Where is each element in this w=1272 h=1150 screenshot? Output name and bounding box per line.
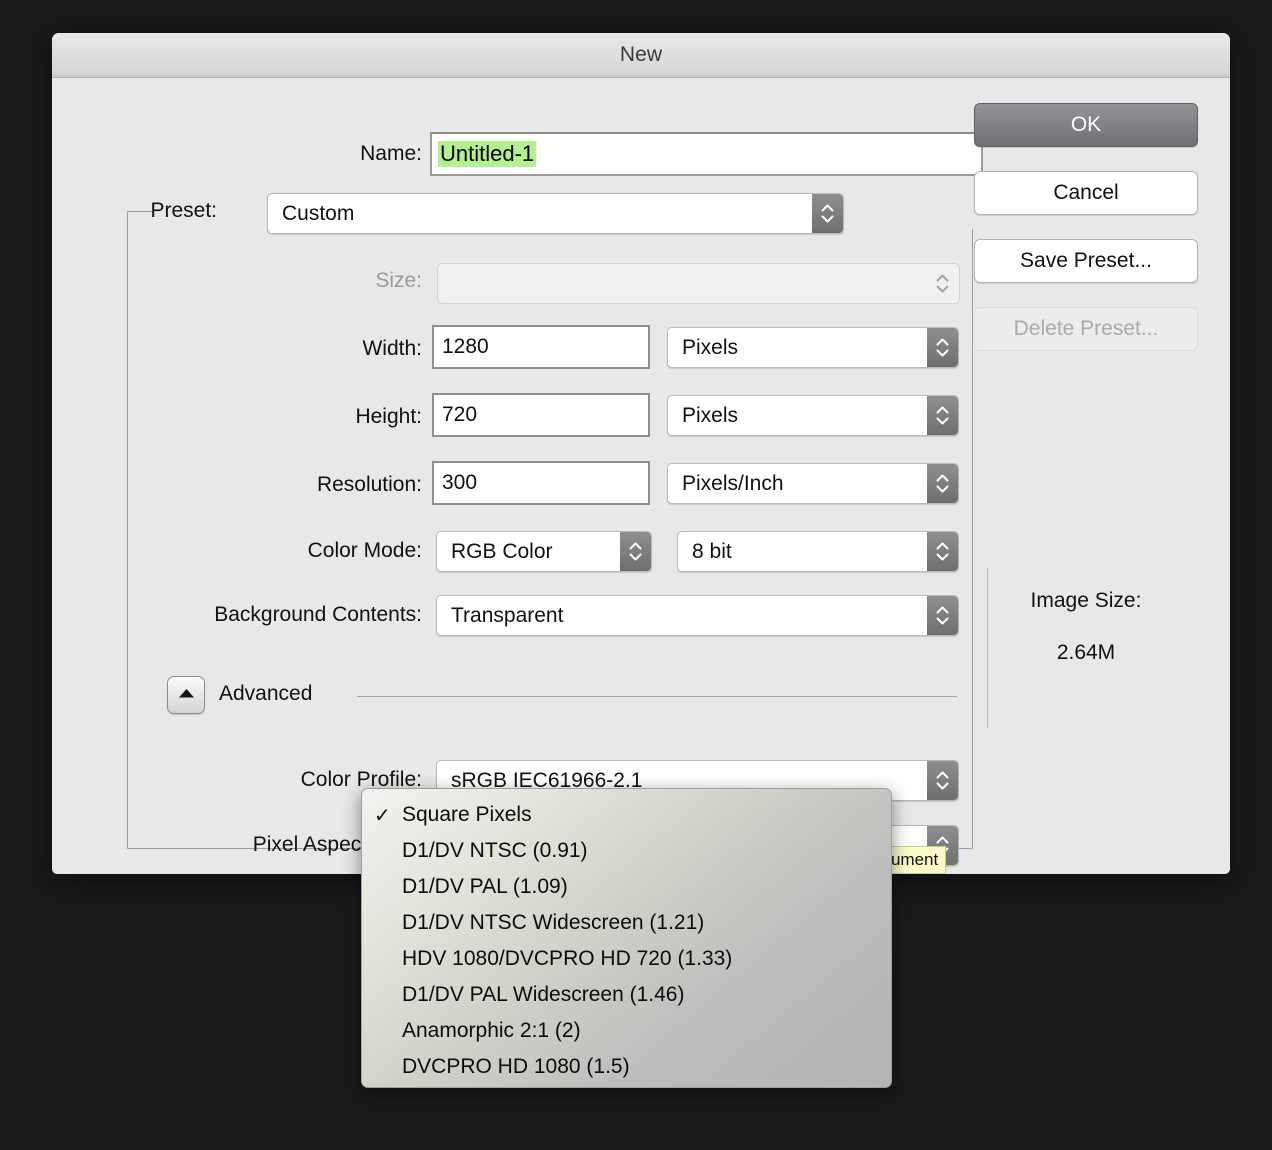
chevron-up-icon [936, 274, 949, 282]
resolution-unit-value: Pixels/Inch [682, 471, 784, 495]
chevron-up-icon [821, 204, 834, 212]
width-unit-stepper-icon[interactable] [927, 328, 958, 367]
preset-stepper-icon[interactable] [812, 194, 843, 233]
color-mode-label: Color Mode: [307, 539, 422, 562]
ok-button[interactable]: OK [974, 103, 1198, 147]
preset-dropdown-value: Custom [282, 201, 355, 225]
chevron-up-icon [936, 542, 949, 550]
dialog-title: New [619, 43, 663, 66]
menu-item[interactable]: ✓ Square Pixels [362, 797, 891, 833]
background-contents-dropdown[interactable]: Transparent [436, 595, 959, 636]
chevron-down-icon [936, 617, 949, 625]
chevron-down-icon [936, 417, 949, 425]
resolution-unit-dropdown[interactable]: Pixels/Inch [667, 463, 959, 504]
bit-depth-stepper-icon[interactable] [927, 532, 958, 571]
chevron-down-icon [936, 285, 949, 293]
name-input-value: Untitled-1 [438, 140, 537, 168]
chevron-down-icon [936, 349, 949, 357]
menu-item-label: Square Pixels [402, 803, 532, 826]
image-size-label: Image Size: [1030, 589, 1142, 612]
bit-depth-value: 8 bit [692, 539, 732, 563]
menu-item[interactable]: HDV 1080/DVCPRO HD 720 (1.33) [362, 941, 891, 977]
color-mode-stepper-icon[interactable] [620, 532, 651, 571]
menu-item-label: DVCPRO HD 1080 (1.5) [402, 1055, 630, 1078]
name-input[interactable]: Untitled-1 [430, 132, 983, 176]
resolution-unit-stepper-icon[interactable] [927, 464, 958, 503]
size-label: Size: [375, 269, 422, 292]
menu-item[interactable]: DVCPRO HD 1080 (1.5) [362, 1049, 891, 1085]
menu-item-label: D1/DV NTSC (0.91) [402, 839, 588, 862]
menu-item[interactable]: Anamorphic 2:1 (2) [362, 1013, 891, 1049]
image-size-value: 2.64M [1056, 641, 1116, 664]
chevron-down-icon [936, 485, 949, 493]
chevron-up-icon [936, 836, 949, 844]
dialog-titlebar[interactable]: New [52, 33, 1230, 78]
color-mode-value: RGB Color [451, 539, 553, 563]
height-input-value: 720 [442, 403, 478, 426]
width-input[interactable]: 1280 [432, 325, 650, 369]
menu-item[interactable]: D1/DV NTSC (0.91) [362, 833, 891, 869]
menu-item-label: D1/DV NTSC Widescreen (1.21) [402, 911, 705, 934]
preset-label: Preset: [150, 199, 217, 222]
width-input-value: 1280 [442, 335, 489, 358]
advanced-label: Advanced [219, 682, 313, 705]
checkmark-icon: ✓ [374, 804, 391, 827]
height-input[interactable]: 720 [432, 393, 650, 437]
height-unit-stepper-icon[interactable] [927, 396, 958, 435]
advanced-separator-rule [357, 696, 957, 697]
size-stepper-icon [936, 274, 949, 293]
height-label: Height: [355, 405, 422, 428]
menu-item-label: D1/DV PAL (1.09) [402, 875, 568, 898]
bit-depth-dropdown[interactable]: 8 bit [677, 531, 959, 572]
delete-preset-button-label: Delete Preset... [1013, 317, 1159, 340]
width-label: Width: [362, 337, 422, 360]
new-document-dialog: New Name: Untitled-1 Preset: Custom Size… [52, 33, 1230, 874]
height-unit-dropdown[interactable]: Pixels [667, 395, 959, 436]
chevron-up-icon [936, 771, 949, 779]
width-unit-dropdown[interactable]: Pixels [667, 327, 959, 368]
menu-item-label: D1/DV PAL Widescreen (1.46) [402, 983, 685, 1006]
resolution-label: Resolution: [316, 473, 422, 496]
height-unit-value: Pixels [682, 403, 739, 427]
menu-item[interactable]: D1/DV PAL Widescreen (1.46) [362, 977, 891, 1013]
disclosure-triangle-up-icon [178, 686, 195, 704]
save-preset-button[interactable]: Save Preset... [974, 239, 1198, 283]
color-profile-stepper-icon[interactable] [927, 761, 958, 800]
cancel-button-label: Cancel [1053, 181, 1119, 204]
chevron-up-icon [936, 606, 949, 614]
preset-dropdown[interactable]: Custom [267, 193, 844, 234]
width-unit-value: Pixels [682, 335, 739, 359]
chevron-down-icon [821, 215, 834, 223]
chevron-down-icon [936, 553, 949, 561]
color-mode-dropdown[interactable]: RGB Color [436, 531, 652, 572]
menu-item-label: Anamorphic 2:1 (2) [402, 1019, 581, 1042]
name-label: Name: [360, 142, 422, 165]
menu-item[interactable]: D1/DV NTSC Widescreen (1.21) [362, 905, 891, 941]
menu-item-label: HDV 1080/DVCPRO HD 720 (1.33) [402, 947, 733, 970]
delete-preset-button: Delete Preset... [974, 307, 1198, 351]
resolution-input-value: 300 [442, 471, 478, 494]
advanced-disclosure-button[interactable] [167, 676, 205, 714]
chevron-up-icon [629, 542, 642, 550]
background-contents-label: Background Contents: [214, 603, 422, 626]
size-dropdown [437, 263, 960, 304]
menu-item[interactable]: D1/DV PAL (1.09) [362, 869, 891, 905]
advanced-section-header: Advanced [167, 676, 957, 716]
background-contents-stepper-icon[interactable] [927, 596, 958, 635]
chevron-up-icon [936, 338, 949, 346]
pixel-aspect-ratio-menu[interactable]: ✓ Square Pixels D1/DV NTSC (0.91) D1/DV PAL… [361, 788, 892, 1088]
chevron-down-icon [936, 782, 949, 790]
resolution-input[interactable]: 300 [432, 461, 650, 505]
background-contents-value: Transparent [451, 603, 564, 627]
preset-group-box [127, 211, 973, 849]
chevron-up-icon [936, 406, 949, 414]
save-preset-button-label: Save Preset... [1020, 249, 1152, 272]
chevron-down-icon [629, 553, 642, 561]
cancel-button[interactable]: Cancel [974, 171, 1198, 215]
chevron-up-icon [936, 474, 949, 482]
ok-button-label: OK [1070, 113, 1102, 136]
